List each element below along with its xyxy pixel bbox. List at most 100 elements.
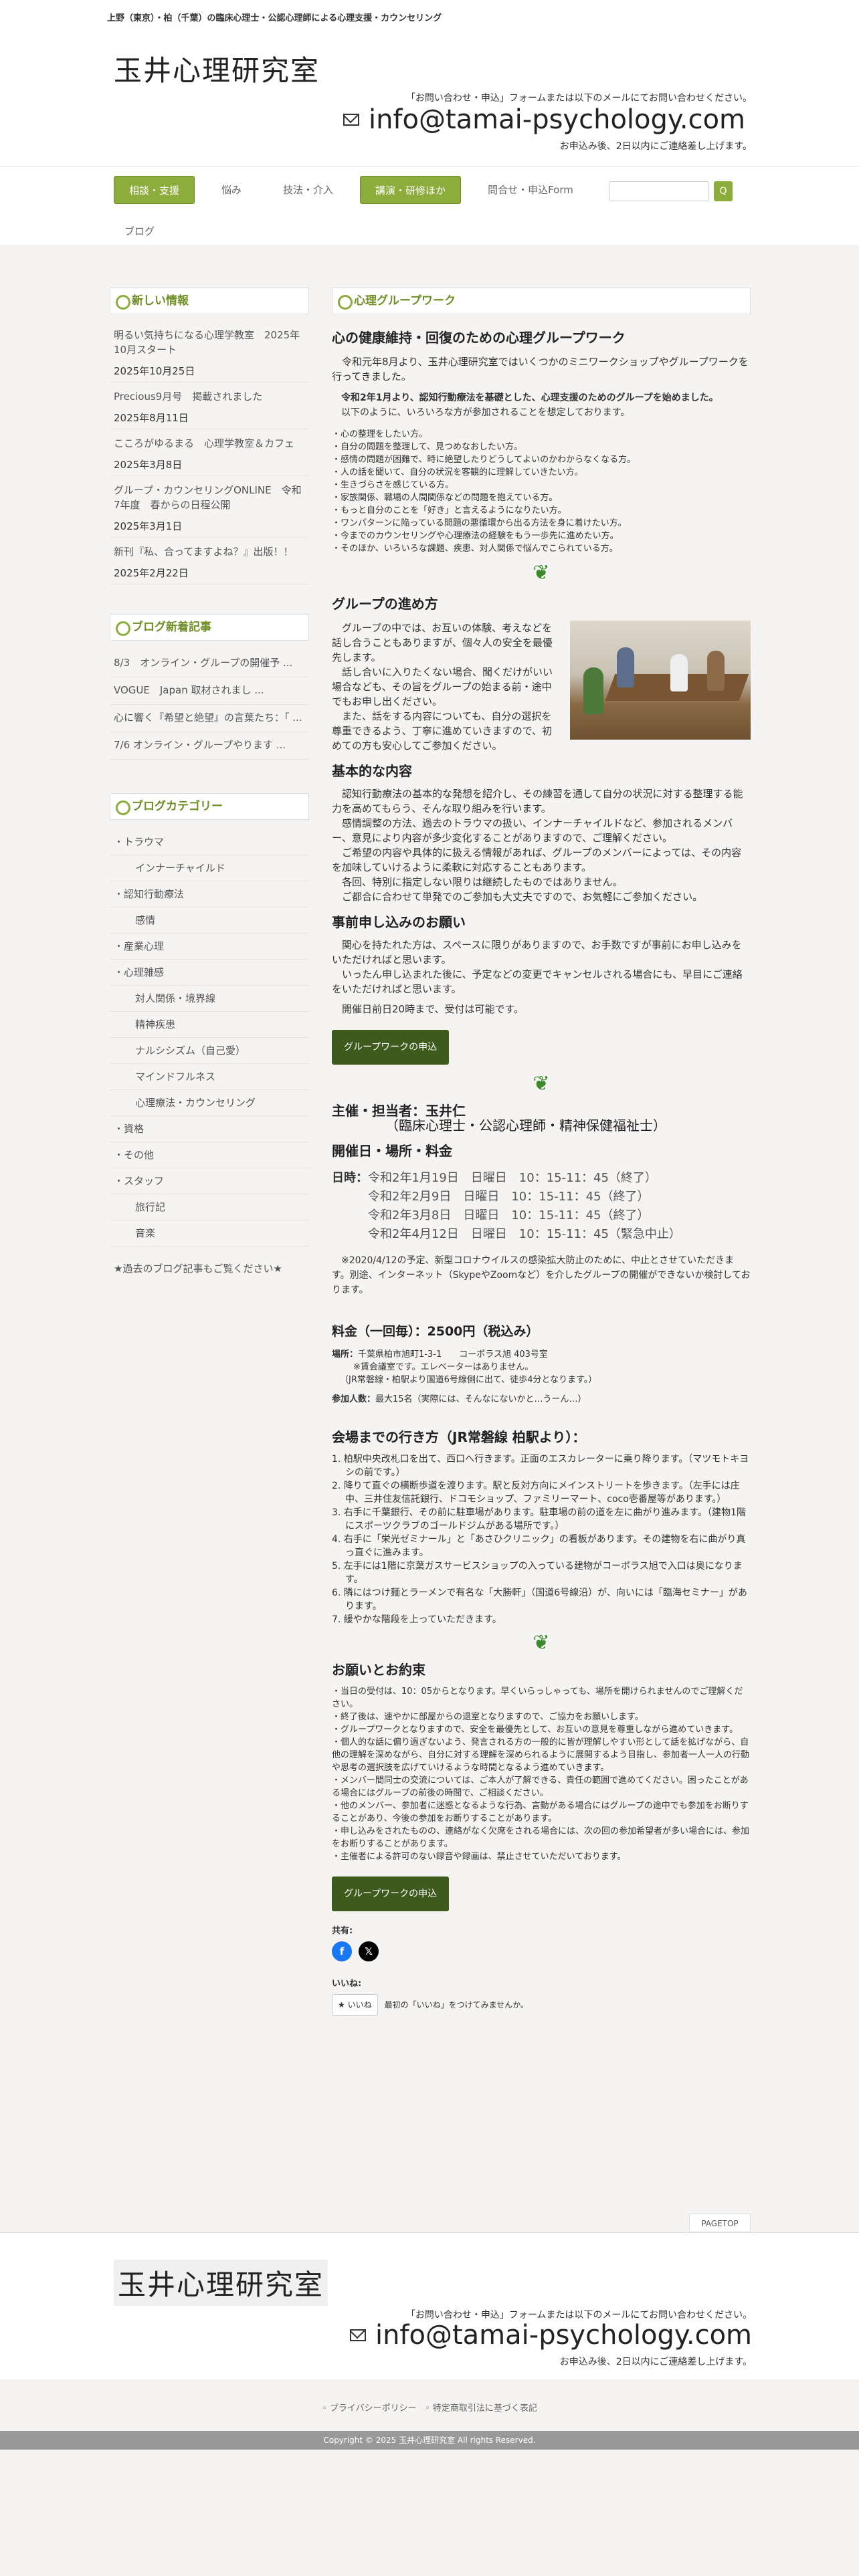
host-heading: 主催・担当者：玉井仁 <box>332 1103 466 1119</box>
target-item: ・人の話を聞いて、自分の状況を客観的に理解していきたい方。 <box>332 467 583 477</box>
category-link[interactable]: ・スタッフ <box>110 1168 309 1194</box>
category-link[interactable]: ・その他 <box>110 1142 309 1168</box>
article-heading: 心の健康維持・回復のための心理グループワーク <box>332 330 626 346</box>
route-step: 3. 右手に千葉銀行、その前に駐車場があります。駐車場の前の道を左に曲がり進みま… <box>332 1507 746 1531</box>
nav-blog[interactable]: ブログ <box>124 224 155 238</box>
place-note: ※賃会議室です。エレベーターはありません。 <box>353 1362 534 1372</box>
apply-button-2[interactable]: グループワークの申込 <box>332 1876 450 1911</box>
category-link[interactable]: ナルシシズム（自己愛） <box>110 1038 309 1064</box>
category-link[interactable]: 対人関係・境界線 <box>110 986 309 1012</box>
blog-widget-title: ブログ新着記事 <box>110 614 309 641</box>
footer-reply-note: お申込み後、2日以内にご連絡差し上げます。 <box>559 2357 752 2367</box>
target-item: ・感情の問題が困難で、時に絶望したりどうしてよいのかわからなくなる方。 <box>332 455 636 465</box>
category-link[interactable]: 精神疾患 <box>110 1012 309 1038</box>
blog-post-link[interactable]: 8/3 オンライン・グループの開催予 ... <box>110 650 309 677</box>
route-step: 6. 隣にはつけ麺とラーメンで有名な「大勝軒」（国道6号線沿）が、向いには「臨海… <box>332 1588 747 1612</box>
schedule-item: 令和2年4月12日 日曜日 10：15-11：45（緊急中止） <box>368 1227 681 1241</box>
request-item: ・グループワークとなりますので、安全を最優先として、お互いの意見を尊重しながら進… <box>332 1725 738 1735</box>
category-link[interactable]: 旅行記 <box>110 1194 309 1220</box>
leaf-icon: ❦ <box>533 1631 550 1654</box>
route-list: 1. 柏駅中央改札口を出て、西口へ行きます。正面のエスカレーターに乗り降ります。… <box>332 1453 751 1626</box>
nav-contact[interactable]: 問合せ・申込Form <box>473 176 588 204</box>
news-widget-title: 新しい情報 <box>110 288 309 314</box>
header-email[interactable]: info@tamai-psychology.com <box>343 104 745 135</box>
request-list: ・当日の受付は、10：05からとなります。早くいらっしゃっても、場所を開けられま… <box>332 1685 751 1863</box>
footer-logo[interactable]: 玉井心理研究室 <box>114 2260 328 2306</box>
x-icon[interactable]: 𝕏 <box>359 1941 379 1961</box>
blog-post-link[interactable]: VOGUE Japan 取材されまし ... <box>110 677 309 705</box>
main-content: 心理グループワーク 心の健康維持・回復のための心理グループワーク 令和元年8月よ… <box>332 288 751 2016</box>
news-link[interactable]: グループ・カウンセリングONLINE 令和7年度 春からの日程公開 <box>110 479 309 516</box>
target-item: ・心の整理をしたい方。 <box>332 429 428 439</box>
target-list: ・心の整理をしたい方。・自分の問題を整理して、見つめなおしたい方。・感情の問題が… <box>332 428 751 555</box>
request-heading: お願いとお約束 <box>332 1662 425 1678</box>
sidebar: 新しい情報 明るい気持ちになる心理学教室 2025年10月スタート 2025年1… <box>110 288 309 1290</box>
blog-post-link[interactable]: 7/6 オンライン・グループやります ... <box>110 732 309 760</box>
nav-worries[interactable]: 悩み <box>207 176 256 204</box>
email-text[interactable]: info@tamai-psychology.com <box>369 104 745 135</box>
category-link[interactable]: ・トラウマ <box>110 829 309 855</box>
category-link[interactable]: ・産業心理 <box>110 934 309 960</box>
content-text: ご都合に合わせて単発でのご参加も大丈夫ですので、お気軽にご参加ください。 <box>342 891 703 903</box>
news-link[interactable]: Precious9月号 掲載されました <box>110 385 309 408</box>
facebook-icon[interactable]: f <box>332 1941 352 1961</box>
schedule-item: 令和2年1月19日 日曜日 10：15-11：45（終了） <box>368 1171 657 1185</box>
category-list: ・トラウマ インナーチャイルド ・認知行動療法 感情 ・産業心理 ・心理雑感 対人関係・境界… <box>110 829 309 1247</box>
site-header: 玉井心理研究室 「お問い合わせ・申込」フォームまたは以下のメールにてお問い合わせ… <box>0 35 859 166</box>
category-link[interactable]: 音楽 <box>110 1220 309 1247</box>
site-logo[interactable]: 玉井心理研究室 <box>114 48 320 89</box>
tokushoho-link[interactable]: 特定商取引法に基づく表記 <box>433 2403 537 2413</box>
request-item: ・主催者による許可のない録音や録画は、禁止させていただいております。 <box>332 1852 626 1862</box>
copyright: Copyright © 2025 玉井心理研究室 All rights Rese… <box>0 2431 859 2450</box>
fee: 料金（一回毎）：2500円（税込み） <box>332 1324 539 1339</box>
capacity-label: 参加人数： <box>332 1394 376 1404</box>
content-heading: 基本的な内容 <box>332 763 412 779</box>
category-link[interactable]: ・資格 <box>110 1116 309 1142</box>
category-link[interactable]: ・認知行動療法 <box>110 881 309 907</box>
search-input[interactable] <box>609 181 709 201</box>
place: 千葉県柏市旭町1-3-1 コーポラス旭 403号室 <box>358 1350 548 1360</box>
footer-links: ◦ プライバシーポリシー ◦ 特定商取引法に基づく表記 <box>322 2403 537 2413</box>
route-step: 4. 右手に「栄光ゼミナール」と「あさひクリニック」の看板があります。その建物を… <box>332 1534 746 1558</box>
apply-text: 関心を持たれた方は、スペースに限りがありますので、お手数ですが事前にお申し込みを… <box>332 939 742 966</box>
news-date: 2025年10月25日 <box>110 361 309 383</box>
pagetop-button[interactable]: PAGETOP <box>689 2214 751 2232</box>
nav-lectures[interactable]: 講演・研修ほか <box>360 176 462 204</box>
blog-post-link[interactable]: 心に響く『希望と絶望』の言葉たち：「 ... <box>110 705 309 732</box>
progress-text: 話し合いに入りたくない場合、聞くだけがいい場合なども、その旨をグループの始まる前… <box>332 666 553 708</box>
search-icon[interactable]: Q <box>714 181 733 201</box>
group-photo <box>570 621 751 740</box>
nav-support[interactable]: 相談・支援 <box>114 176 195 204</box>
category-link[interactable]: 感情 <box>110 907 309 934</box>
page-title: 心理グループワーク <box>332 288 751 314</box>
target-item: ・もっと自分のことを「好き」と言えるようになりたい方。 <box>332 506 567 516</box>
leaf-icon: ❦ <box>533 561 550 584</box>
news-link[interactable]: こころがゆるまる 心理学教室＆カフェ <box>110 432 309 455</box>
like-button[interactable]: ★ いいね <box>332 1994 378 2016</box>
request-item: ・終了後は、速やかに部屋からの退室となりますので、ご協力をお願いします。 <box>332 1712 644 1722</box>
privacy-link[interactable]: プライバシーポリシー <box>330 2403 417 2413</box>
footer-email[interactable]: info@tamai-psychology.com <box>349 2320 752 2351</box>
category-link[interactable]: ・心理雑感 <box>110 960 309 986</box>
schedule-heading: 開催日・場所・料金 <box>332 1143 452 1159</box>
category-link[interactable]: 心理療法・カウンセリング <box>110 1090 309 1116</box>
apply-heading: 事前申し込みのお願い <box>332 914 466 930</box>
progress-heading: グループの進め方 <box>332 596 438 612</box>
news-link[interactable]: 明るい気持ちになる心理学教室 2025年10月スタート <box>110 324 309 361</box>
category-link[interactable]: インナーチャイルド <box>110 855 309 881</box>
global-nav: 相談・支援 悩み 技法・介入 講演・研修ほか 問合せ・申込Form Q ブログ <box>0 166 859 245</box>
schedule-item: 令和2年2月9日 日曜日 10：15-11：45（終了） <box>368 1190 650 1204</box>
news-link[interactable]: 新刊『私、合ってますよね？』出版！！ <box>110 540 309 563</box>
past-posts-link[interactable]: ★過去のブログ記事もご覧ください★ <box>110 1247 309 1290</box>
capacity: 最大15名（実際には、そんなにないかと…うーん…） <box>375 1394 587 1404</box>
news-date: 2025年3月8日 <box>110 455 309 476</box>
intro-text: 令和元年8月より、玉井心理研究室ではいくつかのミニワークショップやグループワーク… <box>332 356 749 383</box>
category-link[interactable]: マインドフルネス <box>110 1064 309 1090</box>
apply-button[interactable]: グループワークの申込 <box>332 1030 450 1065</box>
target-item: ・自分の問題を整理して、見つめなおしたい方。 <box>332 442 522 452</box>
target-item: ・家族関係、職場の人間関係などの問題を抱えている方。 <box>332 493 558 503</box>
tagline: 上野（東京）・柏（千葉）の臨床心理士・公認心理師による心理支援・カウンセリング <box>0 0 859 35</box>
apply-text: 開催日前日20時まで、受付は可能です。 <box>342 1003 524 1015</box>
content-text: 感情調整の方法、過去のトラウマの扱い、インナーチャイルドなど、参加されるメンバー… <box>332 817 733 844</box>
nav-techniques[interactable]: 技法・介入 <box>268 176 348 204</box>
